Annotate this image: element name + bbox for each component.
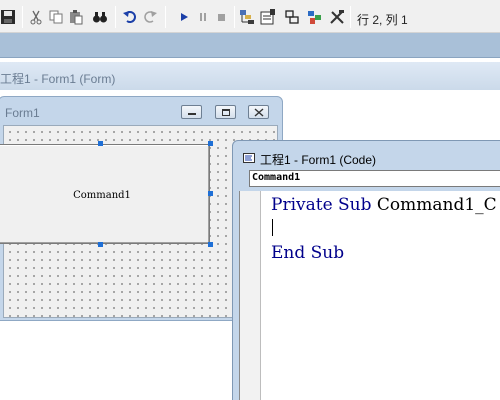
mdi-caption-strip — [0, 33, 500, 58]
save-icon[interactable] — [0, 9, 16, 25]
resize-handle-bottom[interactable] — [98, 242, 103, 247]
project-explorer-icon[interactable] — [239, 9, 255, 25]
toolbox-icon[interactable] — [329, 9, 345, 25]
code-line[interactable]: Private Sub Command1_C — [271, 195, 497, 215]
properties-icon[interactable] — [260, 9, 276, 25]
object-dropdown[interactable]: Command1 — [249, 170, 500, 187]
standard-toolbar: 行 2, 列 1 — [0, 0, 500, 33]
designer-title: 工程1 - Form1 (Form) — [0, 72, 116, 86]
minimize-icon — [188, 113, 196, 115]
close-icon — [254, 108, 264, 117]
toolbar-separator — [234, 6, 235, 28]
code-editor[interactable]: Private Sub Command1_C End Sub — [239, 191, 500, 400]
form1-title: Form1 — [5, 106, 40, 120]
run-icon[interactable] — [176, 9, 192, 25]
cursor-position-status: 行 2, 列 1 — [357, 13, 408, 27]
toolbar-separator — [165, 6, 166, 28]
resize-handle-top-right[interactable] — [208, 141, 213, 146]
close-button[interactable] — [248, 105, 269, 119]
command1-button[interactable]: Command1 — [0, 144, 210, 244]
undo-icon[interactable] — [122, 9, 138, 25]
command1-caption: Command1 — [73, 190, 131, 201]
find-icon[interactable] — [92, 9, 108, 25]
toolbar-separator — [22, 6, 23, 28]
resize-handle-top[interactable] — [98, 141, 103, 146]
code-keyword: End Sub — [271, 243, 345, 263]
stop-icon[interactable] — [214, 9, 230, 25]
cut-icon[interactable] — [28, 9, 44, 25]
code-window[interactable]: 工程1 - Form1 (Code) Command1 Private Sub … — [232, 140, 500, 400]
minimize-button[interactable] — [181, 105, 202, 119]
resize-handle-right[interactable] — [208, 191, 213, 196]
paste-icon[interactable] — [68, 9, 84, 25]
code-window-icon — [243, 153, 255, 163]
text-caret — [272, 219, 273, 236]
copy-icon[interactable] — [48, 9, 64, 25]
object-dropdown-value: Command1 — [252, 172, 301, 183]
code-text: Command1_C — [371, 195, 497, 215]
maximize-button[interactable] — [215, 105, 236, 119]
toolbar-separator — [115, 6, 116, 28]
form-layout-icon[interactable] — [284, 9, 300, 25]
toolbar-separator — [350, 6, 351, 28]
code-window-title: 工程1 - Form1 (Code) — [260, 153, 377, 167]
resize-handle-bottom-right[interactable] — [208, 242, 213, 247]
pause-icon[interactable] — [195, 9, 211, 25]
code-line[interactable]: End Sub — [271, 243, 344, 263]
object-browser-icon[interactable] — [307, 9, 323, 25]
redo-icon[interactable] — [142, 9, 158, 25]
code-margin — [240, 191, 261, 400]
code-keyword: Private Sub — [271, 195, 372, 215]
maximize-icon — [222, 109, 230, 116]
designer-title-bar[interactable]: 工程1 - Form1 (Form) — [0, 62, 500, 90]
